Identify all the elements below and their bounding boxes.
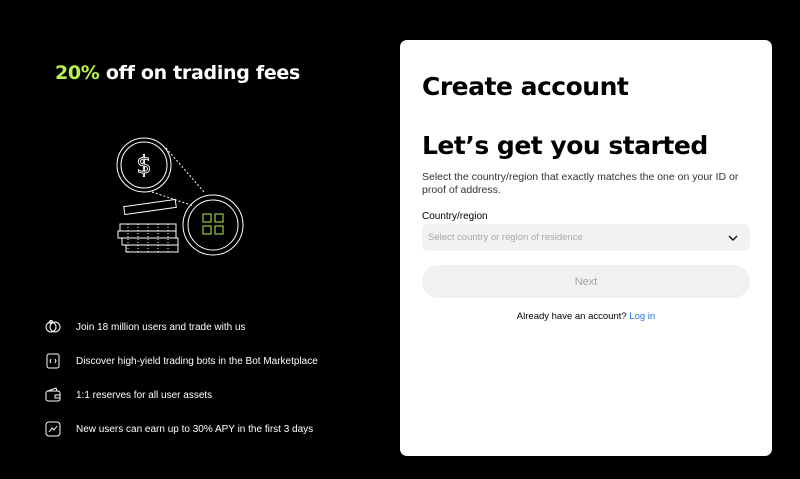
feature-text: 1:1 reserves for all user assets bbox=[76, 389, 213, 401]
feature-item: Join 18 million users and trade with us bbox=[44, 310, 374, 344]
chevron-down-icon bbox=[728, 235, 738, 241]
feature-item: 1:1 reserves for all user assets bbox=[44, 378, 374, 412]
country-placeholder: Select country or region of residence bbox=[428, 232, 583, 243]
feature-text: New users can earn up to 30% APY in the … bbox=[76, 423, 314, 435]
signup-card: Create account Let’s get you started Sel… bbox=[400, 40, 772, 456]
country-label: Country/region bbox=[422, 211, 488, 222]
card-title: Create account bbox=[422, 72, 629, 101]
feature-text: Discover high-yield trading bots in the … bbox=[76, 355, 318, 367]
chart-icon bbox=[45, 421, 61, 437]
svg-text:$: $ bbox=[136, 151, 151, 179]
feature-item: Discover high-yield trading bots in the … bbox=[44, 344, 374, 378]
login-prompt: Already have an account? Log in bbox=[400, 311, 772, 322]
coins-illustration-icon: $ bbox=[116, 137, 244, 256]
bot-icon bbox=[46, 353, 60, 369]
promo-heading: 20% off on trading fees bbox=[0, 62, 355, 84]
feature-text: Join 18 million users and trade with us bbox=[76, 321, 246, 333]
card-subtitle: Let’s get you started bbox=[422, 131, 708, 160]
users-icon bbox=[45, 320, 61, 333]
feature-list: Join 18 million users and trade with us … bbox=[44, 310, 374, 446]
feature-item: New users can earn up to 30% APY in the … bbox=[44, 412, 374, 446]
next-button[interactable]: Next bbox=[422, 265, 750, 298]
promo-text: off on trading fees bbox=[99, 62, 301, 84]
wallet-icon bbox=[45, 387, 61, 402]
login-prompt-text: Already have an account? bbox=[516, 311, 627, 322]
country-select[interactable]: Select country or region of residence bbox=[422, 224, 750, 251]
login-link[interactable]: Log in bbox=[629, 311, 655, 322]
card-description: Select the country/region that exactly m… bbox=[422, 171, 739, 196]
promo-highlight: 20% bbox=[54, 62, 100, 84]
